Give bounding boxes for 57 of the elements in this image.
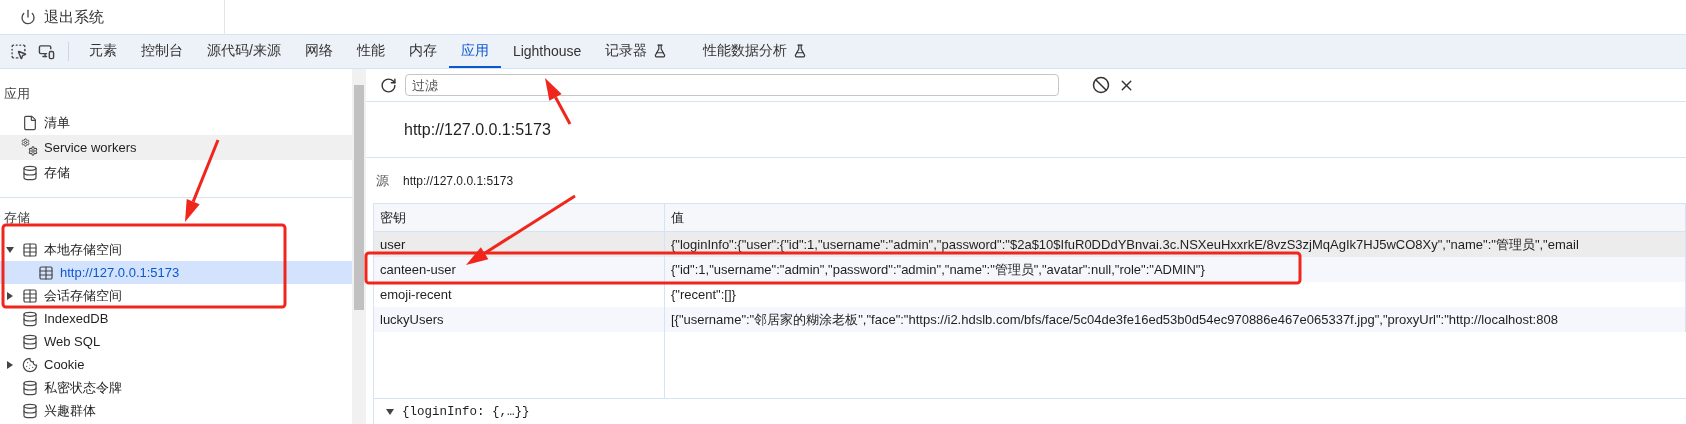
section-heading: 应用 (3, 85, 31, 103)
sidebar-item[interactable]: Cookie (0, 353, 352, 376)
gears-icon (22, 139, 38, 156)
database-icon (22, 402, 38, 419)
collapse-triangle-icon[interactable] (386, 408, 394, 415)
table-icon (38, 264, 54, 281)
devtools-tab[interactable]: 元素 (77, 35, 129, 68)
table-row[interactable]: luckyUsers [{"username":"邻居家的糊涂老板","face":"https://i2.hdslb.com/bfs/face/5c04de3fe16ed53b0d54ec970886e467e065337f.jpg","proxyUrl":"http://localhost:808 (374, 307, 1686, 332)
sidebar-item[interactable]: Service workers (0, 135, 352, 160)
clear-all-icon[interactable] (1092, 76, 1110, 94)
devtools-tab[interactable]: 性能 (344, 35, 397, 68)
section-heading: 存储 (3, 209, 31, 227)
table-cell: [{"username":"邻居家的糊涂老板","face":"https://i2.hdslb.com/bfs/face/5c04de3fe16ed53b0d54ec970886e467e065337f.jpg","proxyUrl":"http://localhost:808 (665, 307, 1686, 332)
sidebar-item[interactable]: 清单 (0, 110, 352, 135)
value-preview: {loginInfo: {,…}} (402, 404, 530, 419)
filter-field[interactable]: 过滤 (405, 74, 1059, 96)
power-icon (20, 9, 36, 25)
collapse-triangle-icon[interactable] (6, 246, 14, 253)
origin-title: http://127.0.0.1:5173 (404, 120, 551, 139)
table-cell: luckyUsers (374, 307, 665, 332)
origin-label: 源 (376, 171, 389, 190)
devtools-tab[interactable]: 性能数据分析 (691, 35, 820, 68)
refresh-icon[interactable] (380, 76, 397, 94)
document-icon (22, 114, 38, 131)
origin-value: http://127.0.0.1:5173 (403, 173, 514, 188)
sidebar-item[interactable]: 本地存储空间 (0, 238, 352, 261)
scrollbar[interactable] (352, 69, 366, 424)
devtools-tab[interactable]: 应用 (448, 35, 501, 68)
devtools-tab[interactable]: 控制台 (129, 35, 195, 68)
sidebar-item[interactable]: IndexedDB (0, 307, 352, 330)
cookie-icon (22, 356, 38, 373)
column-header[interactable]: 密钥 (374, 204, 665, 231)
database-icon (22, 164, 38, 181)
database-icon (22, 310, 38, 327)
database-icon (22, 333, 38, 350)
devtools-tab[interactable]: Lighthouse (500, 35, 594, 68)
devtools-tab[interactable]: 源代码/来源 (195, 35, 293, 68)
expand-triangle-icon[interactable] (7, 360, 13, 369)
devtools-tab[interactable]: 内存 (396, 35, 449, 68)
annotation-arrow (545, 78, 572, 125)
sidebar-item[interactable]: 兴趣群体 (0, 399, 352, 422)
table-row[interactable]: canteen-user {"id":1,"username":"admin","password":"admin","name":"管理员","avatar":null,"role":"ADMIN"} (374, 257, 1686, 282)
sidebar-item[interactable]: 私密状态令牌 (0, 376, 352, 399)
database-icon (22, 379, 38, 396)
sidebar-item[interactable]: Web SQL (0, 330, 352, 353)
logout-link[interactable]: 退出系统 (44, 7, 104, 27)
devtools-tab[interactable]: 记录器 (593, 35, 680, 68)
column-header[interactable]: 值 (665, 204, 1686, 231)
table-icon (22, 241, 38, 258)
sidebar-item[interactable]: 会话存储空间 (0, 284, 352, 307)
expand-triangle-icon[interactable] (7, 291, 13, 300)
sidebar-item[interactable]: 存储 (0, 160, 352, 185)
devtools-tab[interactable]: 网络 (292, 35, 345, 68)
sidebar-item[interactable]: http://127.0.0.1:5173 (0, 261, 352, 284)
flask-icon (653, 43, 668, 58)
flask-icon (793, 43, 808, 58)
table-icon (22, 287, 38, 304)
